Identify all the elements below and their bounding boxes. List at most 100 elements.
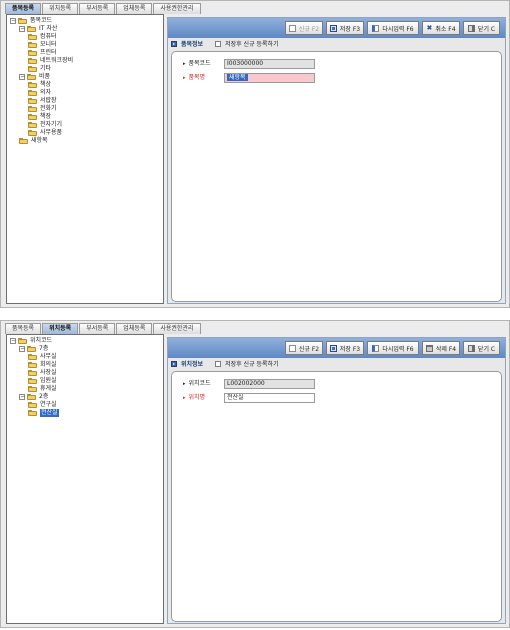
tree-node[interactable]: 컴퓨터 (28, 33, 57, 41)
folder-icon (28, 66, 37, 72)
tree-node-label: 전자기기 (40, 121, 63, 128)
location-code-label: 위치코드 (183, 380, 211, 388)
tree-node-label: 서랍장 (40, 97, 57, 104)
tree-node[interactable]: 휴게실 (28, 385, 57, 393)
tab-2[interactable]: 위치등록 (42, 323, 79, 334)
close-button[interactable]: 닫기 C (463, 21, 500, 35)
section-header: 품목정보 저장후 신규 등록하기 (168, 38, 505, 49)
collapse-toggle-icon[interactable]: − (19, 26, 25, 32)
new-button[interactable]: 신규 F2 (285, 341, 323, 355)
folder-icon (28, 42, 37, 48)
item-code-tree[interactable]: − 품목코드 − IT 자산 컴퓨터 모니터 프린터 네트워크장비 기타 − 비품 책상 의자 서랍장 전화… (6, 14, 164, 304)
tree-node[interactable]: 책장 (28, 113, 51, 121)
edit-icon (372, 344, 380, 352)
item-form-panel: 신규 F2 저장 F3 다시입력 F6 ✖ 취소 F4 닫기 C 품목정보 저장후… (167, 17, 506, 304)
tree-node-label: 프린터 (40, 49, 57, 56)
folder-icon (28, 34, 37, 40)
tab-2[interactable]: 위치등록 (42, 3, 79, 14)
item-registration-window: 품목등록 위치등록 부서등록 업체등록 사용권한관리 − 품목코드 − IT 자산 컴퓨터 모니터… (0, 0, 510, 308)
tree-node[interactable]: 네트워크장비 (28, 57, 73, 65)
cancel-button[interactable]: ✖ 취소 F4 (422, 21, 460, 35)
tree-node[interactable]: 책상 (28, 81, 51, 89)
location-form-panel: 신규 F2 저장 F3 다시입력 F6 삭제 F4 닫기 C 위치정보 저장후 … (167, 337, 506, 624)
tree-node[interactable]: 전화기 (28, 105, 57, 113)
tree-node[interactable]: 사장실 (28, 369, 57, 377)
collapse-toggle-icon[interactable]: − (10, 18, 16, 24)
tree-node[interactable]: 회의실 (28, 361, 57, 369)
save-then-new-checkbox[interactable] (215, 40, 222, 47)
tree-node-label: 회의실 (40, 361, 57, 368)
tree-node[interactable]: 사무용품 (28, 129, 62, 137)
location-name-field[interactable]: 전산실 (224, 393, 315, 403)
save-button[interactable]: 저장 F3 (326, 21, 364, 35)
tree-node[interactable]: 전자기기 (28, 121, 62, 129)
tree-node-label: 7층 (39, 345, 49, 352)
new-document-icon (288, 344, 296, 352)
folder-icon (28, 378, 37, 384)
tab-3[interactable]: 부서등록 (79, 3, 116, 14)
tab-4[interactable]: 업체등록 (116, 323, 153, 334)
arrow-icon (171, 40, 177, 47)
save-disk-icon (329, 24, 337, 32)
tab-5[interactable]: 사용권한관리 (153, 323, 201, 334)
tree-node[interactable]: − 비품 (19, 73, 50, 81)
collapse-toggle-icon[interactable]: − (19, 394, 25, 400)
tree-node-label: 비품 (39, 73, 51, 80)
tree-node[interactable]: 서랍장 (28, 97, 57, 105)
tree-node[interactable]: − 7층 (19, 345, 48, 353)
folder-icon (28, 58, 37, 64)
section-title: 품목정보 (181, 41, 204, 48)
close-button[interactable]: 닫기 C (463, 341, 500, 355)
delete-button[interactable]: 삭제 F4 (422, 341, 460, 355)
form-card: 위치코드 L002002000 위치명 전산실 (171, 371, 502, 622)
folder-icon (18, 18, 27, 24)
folder-icon (28, 354, 37, 360)
tree-node[interactable]: − 품목코드 (10, 17, 52, 25)
save-button[interactable]: 저장 F3 (326, 341, 364, 355)
new-document-icon (288, 24, 296, 32)
tab-1[interactable]: 품목등록 (5, 323, 42, 334)
tree-node[interactable]: 새항목 (19, 137, 48, 145)
item-name-field[interactable]: 새항목 (224, 73, 315, 83)
tree-node[interactable]: − 위치코드 (10, 337, 52, 345)
folder-icon (19, 138, 28, 144)
tree-node-label: 품목코드 (30, 17, 53, 24)
tree-node-label: 모니터 (40, 41, 57, 48)
location-code-tree[interactable]: − 위치코드 −7층 사무실 회의실 사장실 임원실 휴게실 −2층 연구실 전산실 (6, 334, 164, 624)
location-code-field: L002002000 (224, 379, 315, 389)
collapse-toggle-icon[interactable]: − (10, 338, 16, 344)
folder-icon (27, 394, 36, 400)
tree-node-label: 책장 (40, 113, 52, 120)
item-name-selected-text: 새항목 (227, 74, 248, 81)
tree-node[interactable]: 기타 (28, 65, 51, 73)
tree-node[interactable]: − 2층 (19, 393, 48, 401)
tab-4[interactable]: 업체등록 (116, 3, 153, 14)
tree-node-label: 임원실 (40, 377, 57, 384)
item-code-field: I003000000 (224, 59, 315, 69)
collapse-toggle-icon[interactable]: − (19, 74, 25, 80)
folder-icon (28, 410, 37, 416)
section-header: 위치정보 저장후 신규 등록하기 (168, 358, 505, 369)
tree-node[interactable]: 모니터 (28, 41, 57, 49)
tab-1[interactable]: 품목등록 (5, 3, 42, 14)
reinput-button[interactable]: 다시입력 F6 (367, 21, 419, 35)
tree-node[interactable]: 의자 (28, 89, 51, 97)
tab-5[interactable]: 사용권한관리 (153, 3, 201, 14)
tree-node-label: IT 자산 (39, 25, 58, 32)
tree-node[interactable]: 사무실 (28, 353, 57, 361)
tab-3[interactable]: 부서등록 (79, 323, 116, 334)
tree-node[interactable]: − IT 자산 (19, 25, 57, 33)
tree-node[interactable]: 프린터 (28, 49, 57, 57)
collapse-toggle-icon[interactable]: − (19, 346, 25, 352)
reinput-button[interactable]: 다시입력 F6 (367, 341, 419, 355)
tree-node[interactable]: 임원실 (28, 377, 57, 385)
save-disk-icon (329, 344, 337, 352)
new-button[interactable]: 신규 F2 (285, 21, 323, 35)
tree-node[interactable]: 연구실 (28, 401, 57, 409)
folder-icon (28, 130, 37, 136)
item-name-label: 품목명 (183, 74, 206, 82)
tree-node[interactable]: 전산실 (28, 409, 59, 417)
save-then-new-checkbox[interactable] (215, 360, 222, 367)
tree-node-label: 휴게실 (40, 385, 57, 392)
folder-icon (27, 346, 36, 352)
